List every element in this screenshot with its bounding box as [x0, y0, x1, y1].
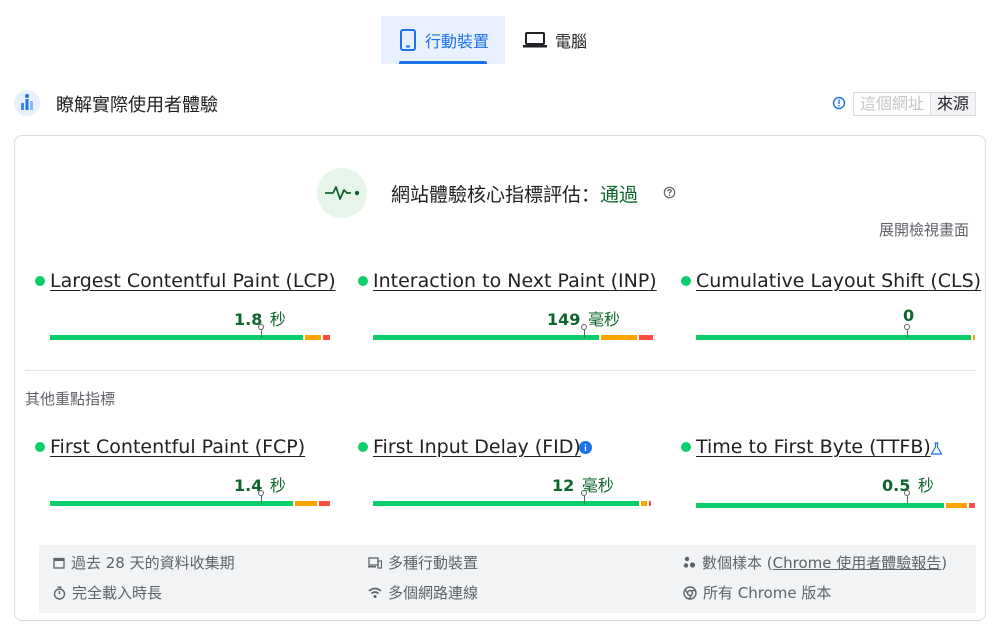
value-unit: 毫秒: [587, 310, 620, 329]
field-data-panel: 網站體驗核心指標評估：通過 展開檢視畫面 Largest Contentful …: [14, 135, 986, 621]
metric-value: 0: [903, 306, 916, 325]
sample-info: 數個樣本 (Chrome 使用者體驗報告): [683, 552, 947, 573]
metric-name[interactable]: First Input Delay (FID): [373, 436, 581, 458]
metric-inp: Interaction to Next Paint (INP) 149 毫秒: [358, 270, 657, 350]
origin-option[interactable]: 來源: [930, 93, 976, 115]
percentile-marker: [258, 324, 264, 342]
metric-cls: Cumulative Layout Shift (CLS) 0: [681, 270, 981, 350]
percentile-marker: [581, 490, 587, 508]
chrome-versions: 所有 Chrome 版本: [683, 582, 831, 603]
good-status-dot: [358, 442, 368, 452]
core-web-vitals-assessment: 網站體驗核心指標評估：通過: [391, 180, 638, 207]
collection-period: 過去 28 天的資料收集期: [53, 552, 235, 573]
value-unit: 秒: [269, 476, 286, 495]
distribution-bar: [373, 335, 655, 340]
percentile-marker: [904, 324, 910, 342]
distribution-bar: [373, 501, 653, 506]
distribution-bar: [696, 335, 977, 340]
metric-name[interactable]: Cumulative Layout Shift (CLS): [696, 270, 981, 292]
field-data-header: 瞭解實際使用者體驗 這個網址 來源: [14, 90, 986, 118]
expand-view-link[interactable]: 展開檢視畫面: [879, 219, 969, 240]
devices-icon: [368, 556, 382, 569]
distribution-bar: [696, 503, 977, 508]
value-unit: 秒: [917, 476, 934, 495]
load-duration: 完全載入時長: [53, 582, 162, 603]
samples-prefix: 數個樣本 (: [702, 554, 773, 572]
info-icon[interactable]: [579, 441, 592, 454]
device-tabs: 行動裝置 電腦: [381, 16, 603, 64]
tab-mobile[interactable]: 行動裝置: [381, 16, 506, 64]
timer-icon: [53, 586, 66, 600]
calendar-icon: [53, 557, 65, 569]
load-duration-text: 完全載入時長: [72, 584, 163, 602]
good-status-dot: [681, 442, 691, 452]
this-url-option[interactable]: 這個網址: [854, 93, 930, 115]
metric-name[interactable]: First Contentful Paint (FCP): [50, 436, 305, 458]
laptop-icon: [523, 32, 548, 48]
crux-logo-icon: [14, 90, 40, 116]
chrome-versions-text: 所有 Chrome 版本: [703, 584, 832, 602]
device-type-text: 多種行動裝置: [388, 554, 479, 572]
network-info: 多個網路連線: [368, 582, 478, 603]
wifi-icon: [368, 587, 382, 598]
metric-fcp: First Contentful Paint (FCP) 1.4 秒: [35, 436, 330, 516]
help-icon[interactable]: [663, 186, 676, 199]
smartphone-icon: [400, 29, 416, 51]
metric-name[interactable]: Time to First Byte (TTFB): [696, 436, 931, 458]
samples-icon: [683, 556, 696, 568]
metric-fid: First Input Delay (FID) 12 毫秒: [358, 436, 653, 516]
assessment-result: 通過: [600, 184, 639, 206]
section-divider: [25, 370, 976, 371]
samples-suffix: ): [941, 553, 948, 572]
tab-desktop[interactable]: 電腦: [505, 16, 603, 64]
metric-name[interactable]: Largest Contentful Paint (LCP): [50, 270, 336, 292]
value-unit: 秒: [269, 310, 286, 329]
pulse-icon: [317, 168, 367, 218]
network-info-text: 多個網路連線: [388, 584, 479, 602]
distribution-bar: [50, 501, 332, 506]
collection-period-text: 過去 28 天的資料收集期: [71, 554, 235, 572]
metric-name[interactable]: Interaction to Next Paint (INP): [373, 270, 657, 292]
good-status-dot: [35, 442, 45, 452]
section-title: 瞭解實際使用者體驗: [56, 95, 218, 116]
percentile-marker: [581, 324, 587, 342]
crux-report-link[interactable]: Chrome 使用者體驗報告: [773, 552, 942, 573]
tab-label: 行動裝置: [425, 32, 490, 51]
chrome-icon: [683, 585, 697, 600]
info-icon[interactable]: [832, 96, 846, 110]
assessment-label: 網站體驗核心指標評估：: [391, 184, 601, 206]
value-number: 12: [552, 476, 575, 495]
other-metrics-title: 其他重點指標: [25, 390, 116, 408]
tab-label: 電腦: [555, 32, 588, 51]
url-origin-toggle: 這個網址 來源: [853, 92, 977, 116]
metric-ttfb: Time to First Byte (TTFB) 0.5 秒: [681, 436, 975, 516]
good-status-dot: [35, 276, 45, 286]
value-number: 149: [547, 310, 581, 329]
data-details-footer: 過去 28 天的資料收集期 多種行動裝置 數個樣本 (Chrome 使用者體驗報…: [39, 545, 976, 613]
distribution-bar: [50, 335, 332, 340]
percentile-marker: [904, 490, 910, 508]
metric-lcp: Largest Contentful Paint (LCP) 1.8 秒: [35, 270, 336, 350]
percentile-marker: [258, 490, 264, 508]
experimental-icon: [930, 442, 943, 455]
device-type: 多種行動裝置: [368, 552, 478, 573]
good-status-dot: [681, 276, 691, 286]
value-number: 0: [903, 306, 915, 325]
good-status-dot: [358, 276, 368, 286]
